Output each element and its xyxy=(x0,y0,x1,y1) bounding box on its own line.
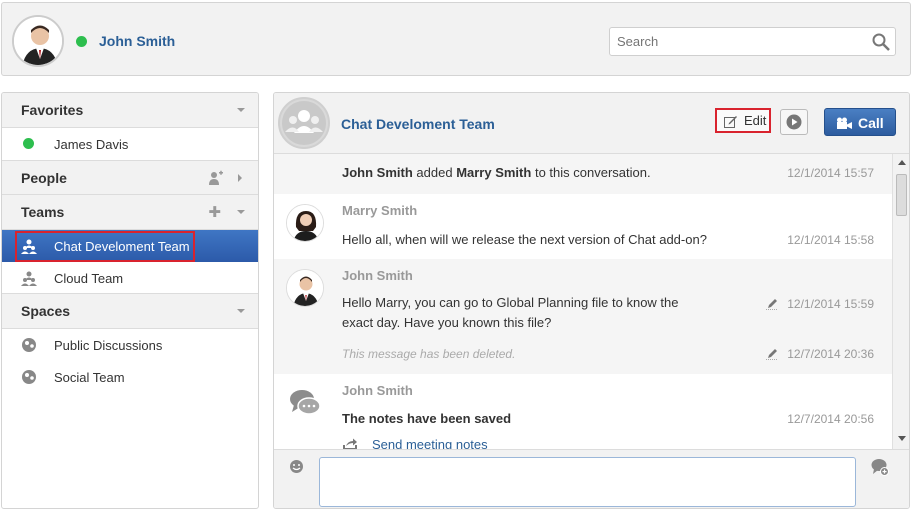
space-name: Social Team xyxy=(54,370,125,385)
message-author[interactable]: John Smith xyxy=(342,383,413,398)
sidebar-item-cloud-team[interactable]: Cloud Team xyxy=(2,262,258,294)
scroll-thumb[interactable] xyxy=(896,174,907,216)
space-icon xyxy=(22,338,36,352)
message-timestamp: 12/7/2014 20:36 xyxy=(787,347,874,361)
message-item: John Smith Hello Marry, you can go to Gl… xyxy=(274,259,892,374)
add-team-icon[interactable]: ✚ xyxy=(208,203,221,221)
team-name: Chat Develoment Team xyxy=(54,239,190,254)
current-user-name[interactable]: John Smith xyxy=(99,33,175,49)
teams-header[interactable]: Teams ✚ xyxy=(2,195,258,230)
teams-title: Teams xyxy=(21,204,65,220)
team-icon xyxy=(21,239,37,254)
system-text: John Smith added Marry Smith to this con… xyxy=(342,165,651,180)
chat-header: Chat Develoment Team Edit Call xyxy=(274,93,909,154)
send-meeting-notes-link[interactable]: Send meeting notes xyxy=(372,437,488,449)
search-box[interactable] xyxy=(609,27,896,56)
sidebar-item-james-davis[interactable]: James Davis xyxy=(2,128,258,160)
favorites-title: Favorites xyxy=(21,102,84,118)
people-header[interactable]: People xyxy=(2,160,258,195)
message-list[interactable]: John Smith added Marry Smith to this con… xyxy=(274,154,892,449)
message-text-line2: exact day. Have you known this file? xyxy=(342,315,552,330)
chat-panel: Chat Develoment Team Edit Call John Smit… xyxy=(273,92,910,509)
message-scrollbar[interactable] xyxy=(892,154,909,449)
spaces-header[interactable]: Spaces xyxy=(2,294,258,329)
space-name: Public Discussions xyxy=(54,338,163,353)
scroll-down-icon[interactable] xyxy=(898,436,906,441)
add-people-icon[interactable] xyxy=(208,170,224,186)
play-icon xyxy=(786,114,802,130)
sidebar-item-social-team[interactable]: Social Team xyxy=(2,361,258,393)
call-label: Call xyxy=(858,115,884,131)
avatar[interactable] xyxy=(286,204,324,242)
chat-title: Chat Develoment Team xyxy=(341,116,495,132)
call-button[interactable]: Call xyxy=(824,108,896,136)
message-author[interactable]: Marry Smith xyxy=(342,203,417,218)
message-item: Marry Smith Hello all, when will we rele… xyxy=(274,194,892,259)
spaces-title: Spaces xyxy=(21,303,71,319)
avatar[interactable] xyxy=(286,269,324,307)
message-author[interactable]: John Smith xyxy=(342,268,413,283)
chevron-down-icon[interactable] xyxy=(237,210,245,214)
chevron-down-icon[interactable] xyxy=(237,309,245,313)
edited-pencil-icon xyxy=(766,349,778,360)
message-text-line1: Hello Marry, you can go to Global Planni… xyxy=(342,295,679,310)
edited-pencil-icon xyxy=(766,299,778,310)
chat-bubbles-icon xyxy=(286,384,324,422)
edit-label: Edit xyxy=(744,113,767,128)
message-timestamp: 12/1/2014 15:57 xyxy=(787,166,874,180)
chat-addon-icon[interactable] xyxy=(871,458,889,476)
contact-name: James Davis xyxy=(54,137,129,152)
message-timestamp: 12/1/2014 15:59 xyxy=(787,297,874,311)
play-button[interactable] xyxy=(780,109,808,135)
edit-button[interactable]: Edit xyxy=(715,108,771,133)
sidebar: Favorites James Davis People Teams ✚ Cha… xyxy=(1,92,259,509)
online-status-icon xyxy=(23,138,34,149)
message-timestamp: 12/1/2014 15:58 xyxy=(787,233,874,247)
people-title: People xyxy=(21,170,67,186)
chevron-down-icon[interactable] xyxy=(237,108,245,112)
share-icon xyxy=(343,438,357,449)
sidebar-item-chat-develoment-team[interactable]: Chat Develoment Team xyxy=(2,230,258,262)
deleted-message-text: This message has been deleted. xyxy=(342,347,516,361)
user-avatar[interactable] xyxy=(12,15,64,67)
team-avatar xyxy=(278,97,330,149)
search-input[interactable] xyxy=(610,28,860,55)
team-name: Cloud Team xyxy=(54,271,124,286)
chevron-right-icon[interactable] xyxy=(238,174,242,182)
message-text: The notes have been saved xyxy=(342,411,512,426)
scroll-up-icon[interactable] xyxy=(898,160,906,165)
favorites-header[interactable]: Favorites xyxy=(2,93,258,128)
team-icon xyxy=(21,271,37,286)
video-camera-icon xyxy=(837,117,852,129)
message-input[interactable] xyxy=(319,457,856,507)
sidebar-item-public-discussions[interactable]: Public Discussions xyxy=(2,329,258,361)
message-timestamp: 12/7/2014 20:56 xyxy=(787,412,874,426)
online-status-icon xyxy=(76,36,87,47)
system-message: John Smith added Marry Smith to this con… xyxy=(274,154,892,194)
space-icon xyxy=(22,370,36,384)
message-item: John Smith The notes have been saved 12/… xyxy=(274,374,892,449)
message-composer xyxy=(274,449,909,508)
search-icon[interactable] xyxy=(871,32,891,52)
message-text: Hello all, when will we release the next… xyxy=(342,232,707,247)
emoticon-icon[interactable] xyxy=(289,459,304,474)
top-bar: John Smith xyxy=(1,2,911,76)
edit-icon xyxy=(724,116,737,128)
